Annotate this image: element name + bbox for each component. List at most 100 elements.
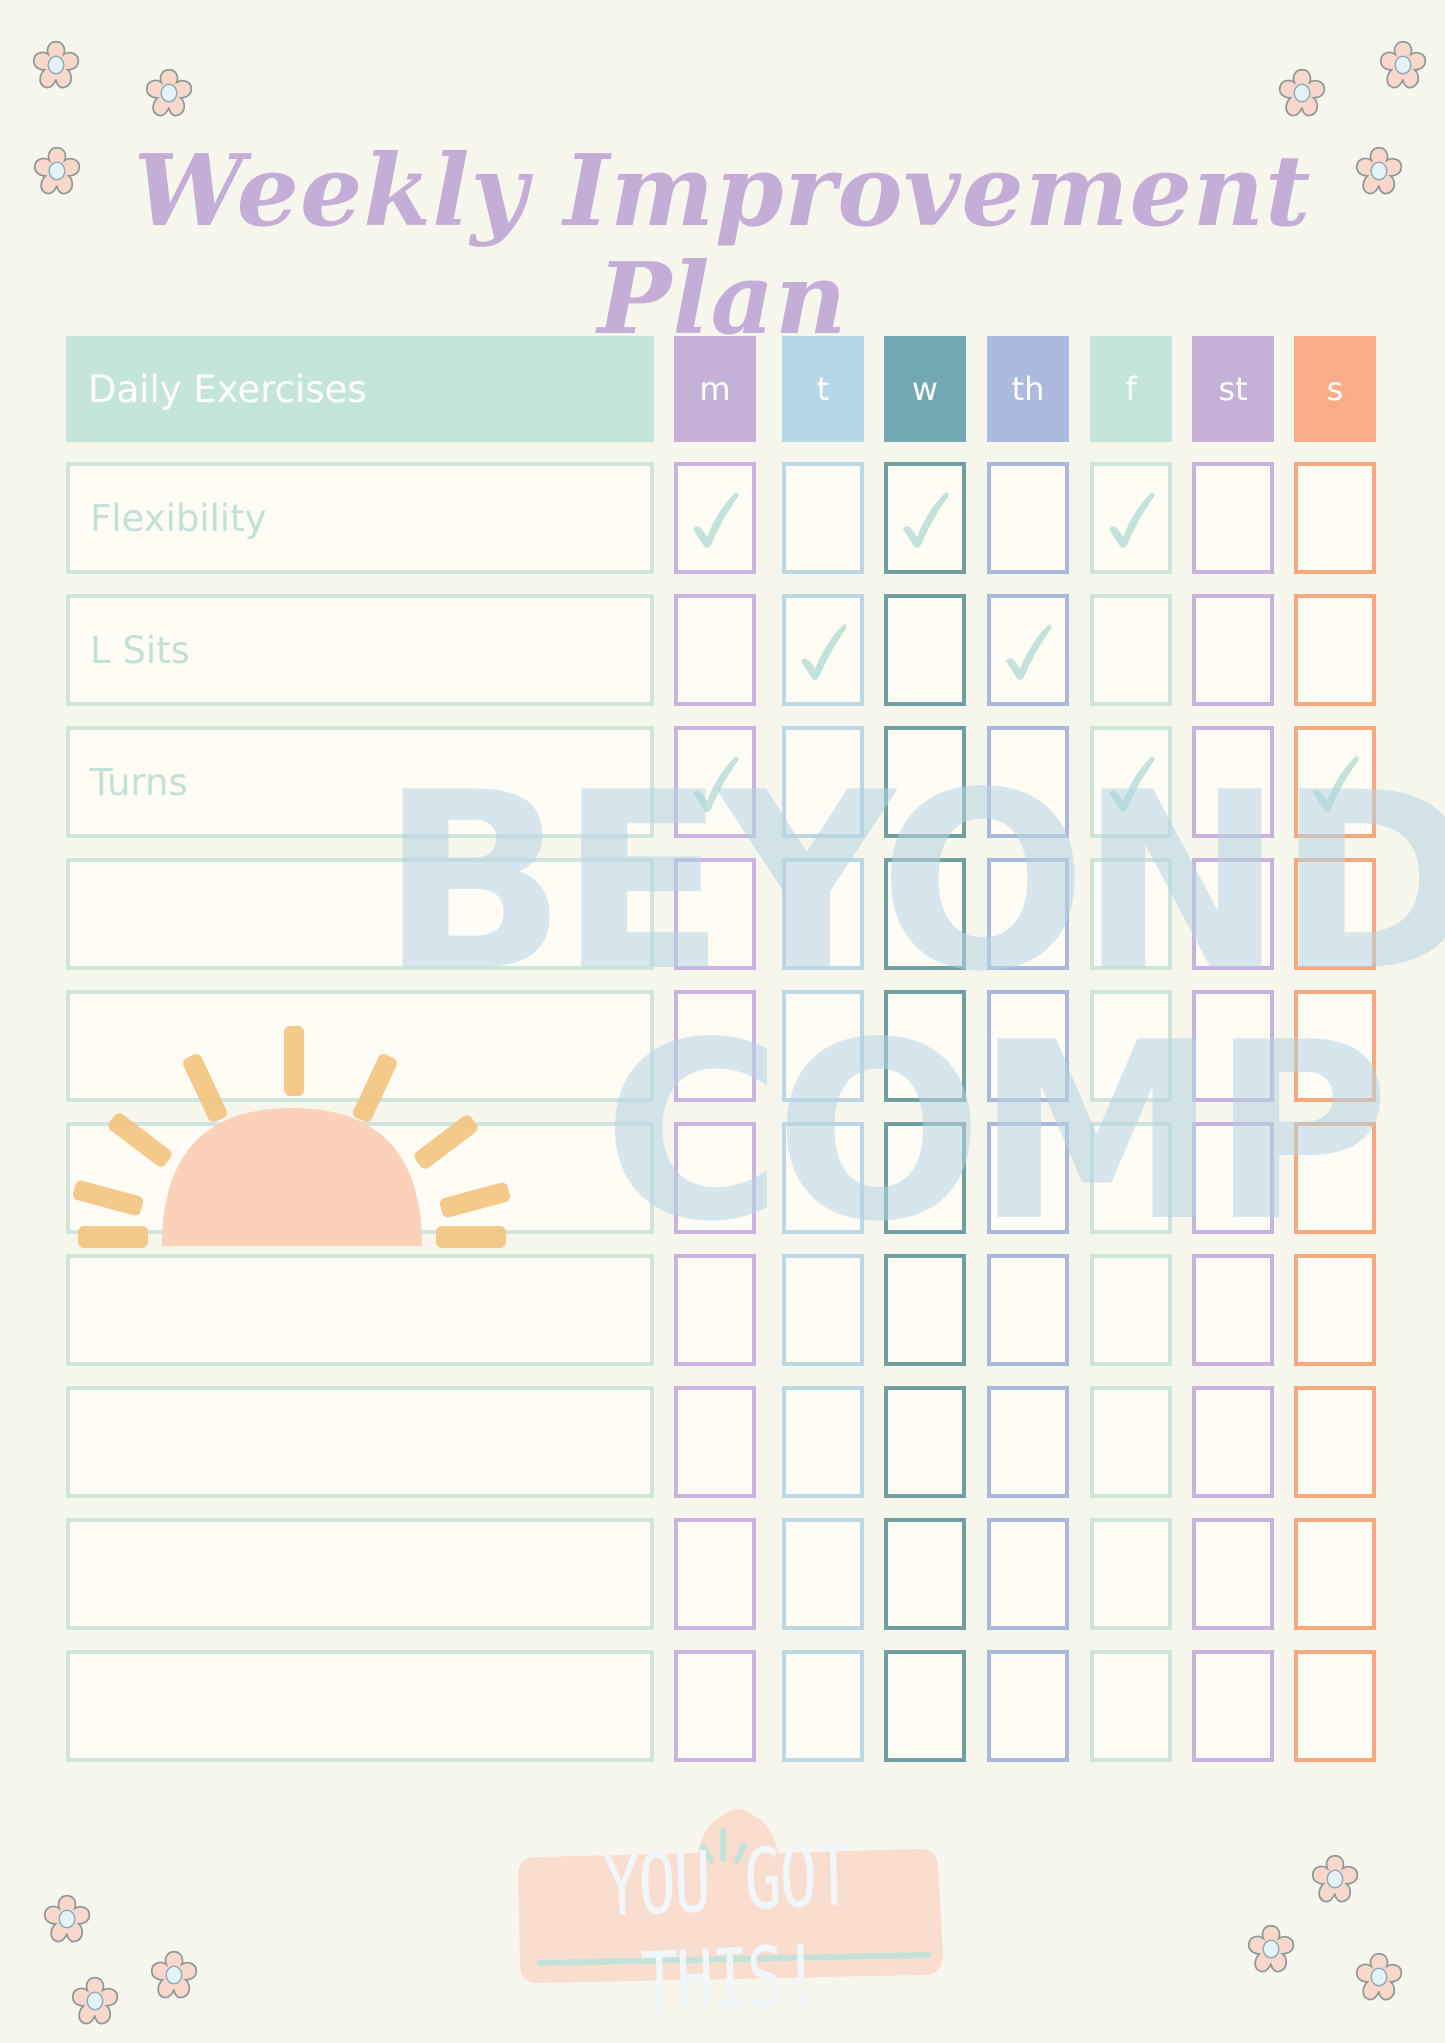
- exercise-name-field[interactable]: [66, 1518, 654, 1630]
- day-header-w: w: [884, 336, 966, 442]
- exercise-name-field[interactable]: Turns: [66, 726, 654, 838]
- checkbox-w[interactable]: [884, 990, 966, 1102]
- sunrise-icon: [70, 1018, 511, 1258]
- flower-icon: [27, 36, 85, 94]
- flower-icon: [38, 1890, 96, 1948]
- checkbox-st[interactable]: [1192, 858, 1274, 970]
- checkbox-f[interactable]: [1090, 1386, 1172, 1498]
- checkbox-f[interactable]: [1090, 990, 1172, 1102]
- checkbox-st[interactable]: [1192, 1518, 1274, 1630]
- checkbox-s[interactable]: [1294, 1518, 1376, 1630]
- checkmark-icon: [801, 624, 847, 680]
- checkbox-st[interactable]: [1192, 594, 1274, 706]
- checkbox-f[interactable]: [1090, 462, 1172, 574]
- checkbox-s[interactable]: [1294, 858, 1376, 970]
- checkbox-w[interactable]: [884, 462, 966, 574]
- flower-icon: [1374, 36, 1432, 94]
- checkbox-m[interactable]: [674, 1650, 756, 1762]
- checkbox-th[interactable]: [987, 462, 1069, 574]
- exercise-name-field[interactable]: L Sits: [66, 594, 654, 706]
- checkbox-st[interactable]: [1192, 1254, 1274, 1366]
- checkbox-st[interactable]: [1192, 1386, 1274, 1498]
- checkbox-m[interactable]: [674, 1254, 756, 1366]
- checkbox-th[interactable]: [987, 1122, 1069, 1234]
- checkbox-t[interactable]: [782, 726, 864, 838]
- checkbox-t[interactable]: [782, 1650, 864, 1762]
- checkbox-w[interactable]: [884, 1122, 966, 1234]
- flower-icon: [1350, 1948, 1408, 2006]
- day-header-th: th: [987, 336, 1069, 442]
- day-header-label: m: [699, 370, 731, 408]
- checkbox-s[interactable]: [1294, 1254, 1376, 1366]
- day-header-label: w: [911, 370, 939, 408]
- checkbox-st[interactable]: [1192, 726, 1274, 838]
- checkbox-f[interactable]: [1090, 726, 1172, 838]
- checkbox-t[interactable]: [782, 1518, 864, 1630]
- checkbox-t[interactable]: [782, 1122, 864, 1234]
- checkbox-st[interactable]: [1192, 1650, 1274, 1762]
- checkbox-m[interactable]: [674, 594, 756, 706]
- exercise-name-field[interactable]: [66, 1650, 654, 1762]
- checkbox-f[interactable]: [1090, 1650, 1172, 1762]
- checkbox-t[interactable]: [782, 1254, 864, 1366]
- day-header-label: t: [816, 370, 830, 408]
- checkbox-s[interactable]: [1294, 1386, 1376, 1498]
- checkmark-icon: [903, 492, 949, 548]
- checkmark-icon: [693, 756, 739, 812]
- checkbox-m[interactable]: [674, 726, 756, 838]
- checkbox-s[interactable]: [1294, 594, 1376, 706]
- checkbox-t[interactable]: [782, 462, 864, 574]
- checkbox-w[interactable]: [884, 1650, 966, 1762]
- checkmark-icon: [1109, 756, 1155, 812]
- checkbox-f[interactable]: [1090, 1518, 1172, 1630]
- page-title: Weekly Improvement Plan: [133, 134, 1312, 357]
- checkbox-f[interactable]: [1090, 1254, 1172, 1366]
- exercise-name-field[interactable]: [66, 1254, 654, 1366]
- exercise-name-field[interactable]: [66, 1386, 654, 1498]
- checkbox-th[interactable]: [987, 726, 1069, 838]
- checkbox-t[interactable]: [782, 990, 864, 1102]
- checkmark-icon: [1313, 756, 1359, 812]
- checkbox-w[interactable]: [884, 1518, 966, 1630]
- checkbox-m[interactable]: [674, 1122, 756, 1234]
- checkbox-th[interactable]: [987, 1650, 1069, 1762]
- checkbox-st[interactable]: [1192, 462, 1274, 574]
- checkbox-th[interactable]: [987, 594, 1069, 706]
- checkbox-t[interactable]: [782, 858, 864, 970]
- checkbox-m[interactable]: [674, 462, 756, 574]
- checkbox-s[interactable]: [1294, 726, 1376, 838]
- checkbox-st[interactable]: [1192, 990, 1274, 1102]
- checkbox-m[interactable]: [674, 1518, 756, 1630]
- checkbox-w[interactable]: [884, 594, 966, 706]
- checkbox-w[interactable]: [884, 726, 966, 838]
- checkbox-w[interactable]: [884, 1386, 966, 1498]
- checkbox-th[interactable]: [987, 1386, 1069, 1498]
- checkbox-th[interactable]: [987, 1518, 1069, 1630]
- checkbox-f[interactable]: [1090, 594, 1172, 706]
- checkbox-st[interactable]: [1192, 1122, 1274, 1234]
- checkbox-s[interactable]: [1294, 990, 1376, 1102]
- checkbox-th[interactable]: [987, 990, 1069, 1102]
- exercise-name-field[interactable]: [66, 858, 654, 970]
- checkbox-th[interactable]: [987, 1254, 1069, 1366]
- day-header-label: f: [1125, 370, 1137, 408]
- exercise-name-field[interactable]: Flexibility: [66, 462, 654, 574]
- checkbox-th[interactable]: [987, 858, 1069, 970]
- checkbox-w[interactable]: [884, 858, 966, 970]
- checkbox-m[interactable]: [674, 858, 756, 970]
- day-header-label: st: [1218, 370, 1248, 408]
- checkbox-s[interactable]: [1294, 1650, 1376, 1762]
- checkbox-t[interactable]: [782, 594, 864, 706]
- checkbox-s[interactable]: [1294, 1122, 1376, 1234]
- flower-icon: [1306, 1850, 1364, 1908]
- checkbox-s[interactable]: [1294, 462, 1376, 574]
- checkbox-w[interactable]: [884, 1254, 966, 1366]
- flower-icon: [1242, 1920, 1300, 1978]
- day-header-label: s: [1326, 370, 1344, 408]
- checkbox-m[interactable]: [674, 990, 756, 1102]
- day-header-label: th: [1011, 370, 1045, 408]
- checkbox-t[interactable]: [782, 1386, 864, 1498]
- checkbox-f[interactable]: [1090, 1122, 1172, 1234]
- checkbox-f[interactable]: [1090, 858, 1172, 970]
- checkbox-m[interactable]: [674, 1386, 756, 1498]
